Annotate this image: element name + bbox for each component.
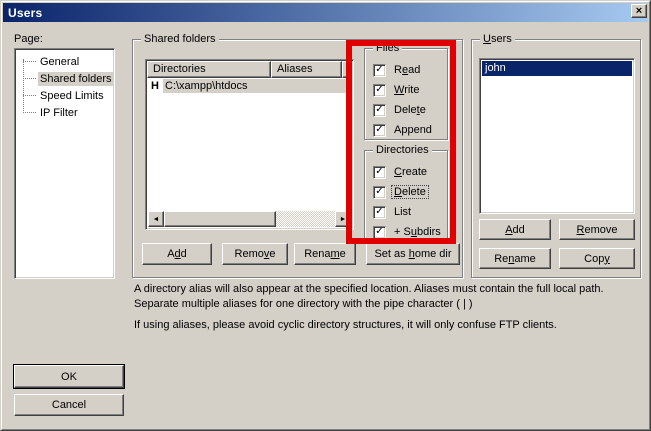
set-as-home-dir-button[interactable]: Set as home dir [366, 243, 460, 265]
note-paragraph: A directory alias will also appear at th… [134, 282, 643, 312]
checkbox-checked-icon: ✓ [373, 124, 386, 137]
home-flag: H [148, 80, 163, 92]
checkbox-label: Delete [392, 186, 428, 198]
checkbox-checked-icon: ✓ [373, 84, 386, 97]
sidebar-item-ip-filter[interactable]: IP Filter [15, 104, 114, 121]
button-label: Rename [304, 248, 346, 260]
checkbox-label: Write [392, 84, 421, 96]
checkbox-checked-icon: ✓ [373, 226, 386, 239]
checkbox-subdirs[interactable]: ✓ + Subdirs [373, 224, 443, 240]
directory-path: C:\xampp\htdocs [163, 79, 351, 93]
checkbox-checked-icon: ✓ [373, 206, 386, 219]
scroll-right-button[interactable]: ► [335, 211, 351, 227]
checkbox-write[interactable]: ✓ Write [373, 82, 421, 98]
tree-connector [23, 95, 36, 96]
column-header-directories[interactable]: Directories [147, 61, 271, 78]
files-permissions-group: Files ✓ Read ✓ Write ✓ Delete ✓ Append [364, 48, 448, 140]
sidebar-item-label: General [38, 55, 81, 69]
shared-folders-group: Shared folders Directories Aliases H C:\… [132, 39, 463, 278]
tree-connector [23, 78, 36, 79]
column-header-filler [342, 61, 352, 78]
button-label: Cancel [52, 399, 86, 411]
files-group-label: Files [373, 42, 402, 55]
checkbox-append[interactable]: ✓ Append [373, 122, 434, 138]
checkbox-create[interactable]: ✓ Create [373, 164, 429, 180]
directories-list-header: Directories Aliases [147, 61, 352, 78]
checkbox-label: Create [392, 166, 429, 178]
checkbox-checked-icon: ✓ [373, 64, 386, 77]
sidebar-item-general[interactable]: General [15, 53, 114, 70]
ok-button[interactable]: OK [14, 365, 124, 388]
rename-directory-button[interactable]: Rename [294, 243, 356, 265]
button-label: Add [505, 224, 525, 236]
checkbox-list[interactable]: ✓ List [373, 204, 413, 220]
tree-connector [23, 61, 36, 62]
arrow-left-icon: ◄ [153, 216, 160, 223]
button-label: Remove [235, 248, 276, 260]
users-group-label: Users [480, 33, 515, 46]
close-icon: × [636, 6, 642, 17]
checkbox-label: List [392, 206, 413, 218]
copy-user-button[interactable]: Copy [559, 248, 635, 269]
table-row[interactable]: H C:\xampp\htdocs [148, 78, 351, 94]
page-list[interactable]: General Shared folders Speed Limits IP F… [14, 48, 115, 279]
window-title: Users [8, 6, 42, 20]
button-label: Set as home dir [374, 248, 451, 260]
scroll-left-button[interactable]: ◄ [148, 211, 164, 227]
checkbox-checked-icon: ✓ [373, 186, 386, 199]
users-group: Users john Add Remove Rename Copy [471, 39, 641, 278]
checkbox-read[interactable]: ✓ Read [373, 62, 422, 78]
sidebar-item-label: Shared folders [38, 72, 114, 86]
button-label: Remove [577, 224, 618, 236]
button-label: Add [167, 248, 187, 260]
sidebar-item-label: IP Filter [38, 106, 80, 120]
column-header-aliases[interactable]: Aliases [271, 61, 342, 78]
scrollbar-thumb[interactable] [164, 211, 276, 227]
list-item-user[interactable]: john [482, 61, 632, 76]
page-label: Page: [14, 33, 43, 45]
directories-permissions-group: Directories ✓ Create ✓ Delete ✓ List ✓ +… [364, 150, 448, 242]
arrow-right-icon: ► [340, 216, 347, 223]
note-paragraph: If using aliases, please avoid cyclic di… [134, 318, 643, 333]
shared-folders-group-label: Shared folders [141, 33, 219, 46]
tree-connector [23, 112, 36, 113]
checkbox-label: Delete [392, 104, 428, 116]
alias-notes: A directory alias will also appear at th… [134, 282, 643, 339]
horizontal-scrollbar[interactable]: ◄ ► [148, 211, 351, 227]
sidebar-item-label: Speed Limits [38, 89, 106, 103]
rename-user-button[interactable]: Rename [479, 248, 551, 269]
directories-group-label: Directories [373, 144, 432, 157]
users-dialog: Users × Page: General Shared folders Spe… [0, 0, 651, 431]
button-label: OK [61, 371, 77, 383]
checkbox-delete-directories[interactable]: ✓ Delete [373, 184, 428, 200]
remove-directory-button[interactable]: Remove [222, 243, 288, 265]
sidebar-item-shared-folders[interactable]: Shared folders [15, 70, 114, 87]
title-bar[interactable]: Users [3, 3, 648, 22]
checkbox-checked-icon: ✓ [373, 104, 386, 117]
add-directory-button[interactable]: Add [142, 243, 212, 265]
checkbox-checked-icon: ✓ [373, 166, 386, 179]
close-button[interactable]: × [631, 4, 647, 18]
cancel-button[interactable]: Cancel [14, 394, 124, 416]
users-list[interactable]: john [479, 58, 635, 214]
add-user-button[interactable]: Add [479, 219, 551, 240]
button-label: Rename [494, 253, 536, 265]
directories-list[interactable]: Directories Aliases H C:\xampp\htdocs ◄ … [145, 59, 354, 230]
button-label: Copy [584, 253, 610, 265]
checkbox-delete-files[interactable]: ✓ Delete [373, 102, 428, 118]
sidebar-item-speed-limits[interactable]: Speed Limits [15, 87, 114, 104]
remove-user-button[interactable]: Remove [559, 219, 635, 240]
checkbox-label: Append [392, 124, 434, 136]
checkbox-label: Read [392, 64, 422, 76]
checkbox-label: + Subdirs [392, 226, 443, 238]
